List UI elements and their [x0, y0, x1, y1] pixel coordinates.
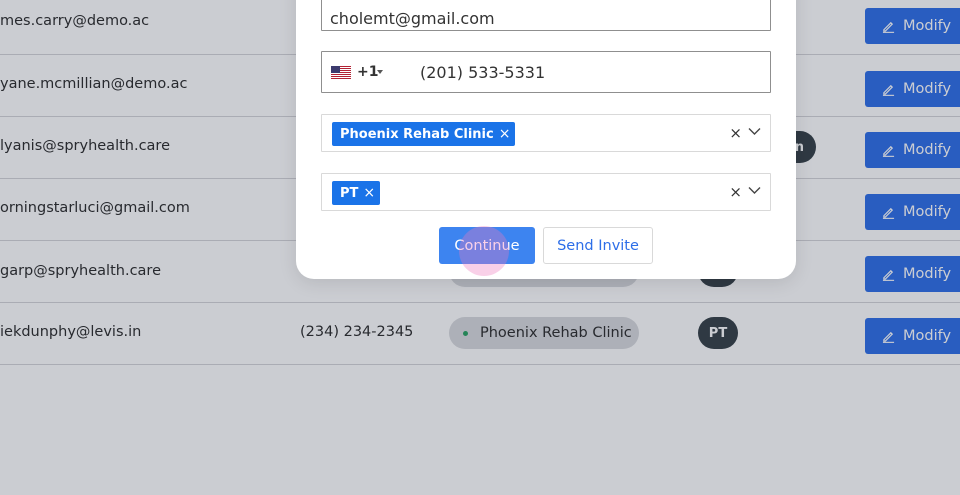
email-field[interactable]: cholemt@gmail.com [321, 0, 771, 31]
role-select[interactable]: PT × × [321, 173, 771, 211]
us-flag-icon [331, 66, 351, 79]
remove-tag-icon[interactable]: × [499, 126, 511, 142]
send-invite-button[interactable]: Send Invite [543, 227, 653, 264]
country-code[interactable]: +1 [357, 64, 378, 80]
role-tag: PT × [332, 181, 381, 205]
phone-field[interactable]: +1 (201) 533-5331 [321, 51, 771, 93]
remove-tag-icon[interactable]: × [363, 185, 375, 201]
clear-icon[interactable]: × [729, 183, 742, 201]
email-value: cholemt@gmail.com [330, 9, 495, 28]
role-tag-label: PT [340, 185, 359, 201]
chevron-down-icon[interactable] [748, 127, 761, 136]
clinic-select[interactable]: Phoenix Rehab Clinic × × [321, 114, 771, 152]
continue-button[interactable]: Continue [439, 227, 535, 264]
caret-down-icon[interactable] [377, 70, 383, 74]
clinic-tag: Phoenix Rehab Clinic × [332, 122, 516, 146]
chevron-down-icon[interactable] [748, 186, 761, 195]
clinic-tag-label: Phoenix Rehab Clinic [340, 126, 494, 142]
clear-icon[interactable]: × [729, 124, 742, 142]
phone-number-value: (201) 533-5331 [420, 63, 546, 82]
